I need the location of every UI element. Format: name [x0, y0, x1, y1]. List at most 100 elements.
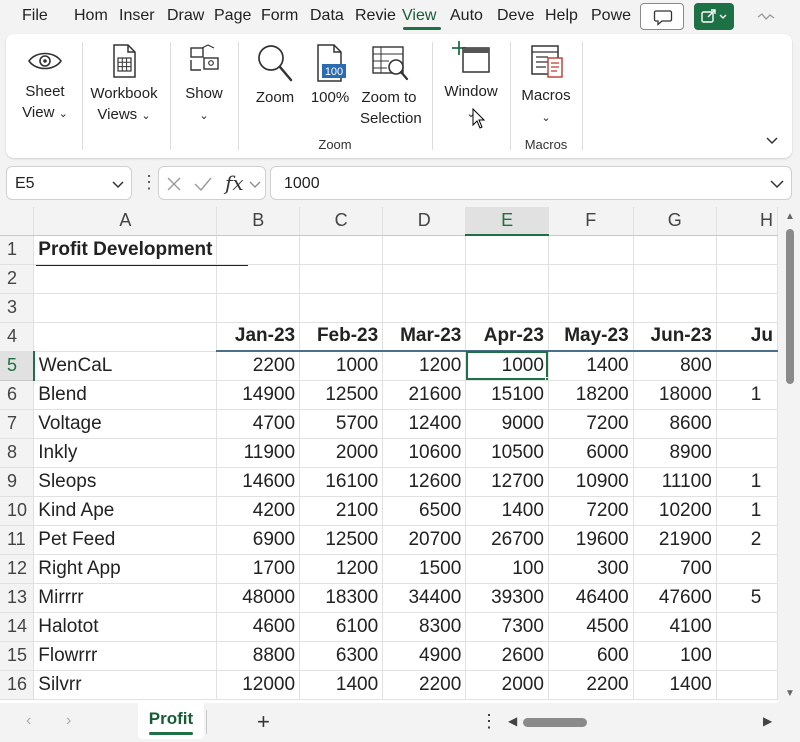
column-header-h[interactable]: H — [716, 207, 778, 236]
value-cell[interactable]: 12500 — [299, 525, 384, 555]
value-cell[interactable]: 10200 — [633, 496, 717, 526]
value-cell[interactable]: 5 — [716, 583, 778, 613]
row-header[interactable]: 10 — [0, 496, 35, 526]
column-header-e[interactable]: E — [465, 207, 549, 236]
value-cell[interactable]: 10500 — [465, 438, 549, 468]
value-cell[interactable]: 4700 — [216, 409, 301, 439]
value-cell[interactable]: 12400 — [382, 409, 467, 439]
value-cell[interactable]: 1 — [716, 496, 778, 526]
formula-input[interactable]: 1000 — [270, 166, 792, 200]
month-header-cell[interactable]: Mar-23 — [382, 322, 467, 352]
sheet-view-button[interactable]: Sheet View ⌄ — [14, 44, 76, 125]
tab-review[interactable]: Revie — [355, 0, 397, 32]
product-name-cell[interactable]: Halotot — [33, 612, 218, 642]
product-name-cell[interactable]: Flowrrr — [33, 641, 218, 671]
value-cell[interactable] — [716, 351, 778, 381]
value-cell[interactable]: 1000 — [299, 351, 384, 381]
value-cell[interactable]: 4100 — [633, 612, 717, 642]
value-cell[interactable]: 7200 — [548, 496, 634, 526]
column-header-g[interactable]: G — [633, 207, 717, 236]
row-header[interactable]: 2 — [0, 264, 35, 294]
select-all-corner[interactable] — [0, 207, 35, 236]
show-button[interactable]: Show ⌄ — [178, 42, 230, 127]
value-cell[interactable]: 10900 — [548, 467, 634, 497]
tab-formulas[interactable]: Form — [261, 0, 303, 32]
cancel-icon[interactable] — [165, 175, 183, 193]
value-cell[interactable]: 5700 — [299, 409, 384, 439]
value-cell[interactable]: 8300 — [382, 612, 467, 642]
name-box[interactable]: E5 — [6, 166, 132, 200]
cell[interactable] — [299, 264, 384, 294]
column-header-c[interactable]: C — [299, 207, 384, 236]
insert-function-button[interactable]: fx — [225, 171, 244, 195]
product-name-cell[interactable]: Silvrr — [33, 670, 218, 700]
cell[interactable] — [633, 235, 717, 265]
cell[interactable] — [548, 235, 634, 265]
value-cell[interactable]: 21900 — [633, 525, 717, 555]
row-header[interactable]: 11 — [0, 525, 35, 555]
value-cell[interactable]: 46400 — [548, 583, 634, 613]
value-cell[interactable]: 14600 — [216, 467, 301, 497]
horizontal-scroll-thumb[interactable] — [523, 718, 587, 727]
scroll-left-icon[interactable]: ◀ — [508, 714, 517, 728]
value-cell[interactable]: 2600 — [465, 641, 549, 671]
comments-button[interactable] — [640, 3, 684, 30]
value-cell[interactable]: 47600 — [633, 583, 717, 613]
worksheet-grid[interactable]: A B C D E F G H 1 Profit Development 2 3 — [0, 207, 778, 703]
row-header[interactable]: 3 — [0, 293, 35, 323]
value-cell[interactable]: 1400 — [299, 670, 384, 700]
tab-developer[interactable]: Deve — [497, 0, 537, 32]
cell[interactable] — [299, 235, 384, 265]
product-name-cell[interactable]: Mirrrr — [33, 583, 218, 613]
month-header-cell[interactable]: Ju — [716, 322, 778, 352]
cell[interactable] — [465, 235, 549, 265]
value-cell[interactable]: 20700 — [382, 525, 467, 555]
cell[interactable] — [548, 264, 634, 294]
value-cell[interactable]: 16100 — [299, 467, 384, 497]
product-name-cell[interactable]: Voltage — [33, 409, 218, 439]
row-header[interactable]: 16 — [0, 670, 35, 700]
value-cell[interactable] — [716, 409, 778, 439]
row-header[interactable]: 14 — [0, 612, 35, 642]
scroll-down-icon[interactable]: ▼ — [785, 688, 795, 699]
value-cell[interactable]: 4900 — [382, 641, 467, 671]
value-cell[interactable]: 1500 — [382, 554, 467, 584]
value-cell[interactable]: 39300 — [465, 583, 549, 613]
value-cell[interactable]: 11100 — [633, 467, 717, 497]
value-cell[interactable]: 2000 — [299, 438, 384, 468]
cell[interactable] — [216, 293, 301, 323]
month-header-cell[interactable]: Feb-23 — [299, 322, 384, 352]
row-header[interactable]: 6 — [0, 380, 35, 410]
value-cell[interactable]: 4200 — [216, 496, 301, 526]
value-cell[interactable]: 1400 — [548, 351, 634, 381]
cell[interactable] — [382, 264, 467, 294]
cell[interactable] — [216, 235, 301, 265]
tab-file[interactable]: File — [22, 0, 52, 32]
vertical-scrollbar[interactable]: ▲ ▼ — [780, 207, 800, 703]
value-cell[interactable]: 1 — [716, 380, 778, 410]
row-header[interactable]: 7 — [0, 409, 35, 439]
cell[interactable] — [382, 235, 467, 265]
zoom-to-selection-button[interactable]: Zoom to Selection — [360, 42, 422, 129]
value-cell[interactable]: 26700 — [465, 525, 549, 555]
cell[interactable] — [633, 293, 717, 323]
value-cell[interactable]: 1700 — [216, 554, 301, 584]
collapse-ribbon-button[interactable] — [762, 130, 782, 150]
product-name-cell[interactable]: Sleops — [33, 467, 218, 497]
expand-formula-icon[interactable] — [769, 177, 785, 191]
sheet-title-cell[interactable]: Profit Development — [33, 235, 218, 265]
ribbon-display-options[interactable] — [748, 3, 784, 30]
scroll-up-icon[interactable]: ▲ — [785, 211, 795, 222]
value-cell[interactable]: 1400 — [465, 496, 549, 526]
cell[interactable] — [548, 293, 634, 323]
month-header-cell[interactable]: Jan-23 — [216, 322, 301, 352]
next-sheet-icon[interactable]: › — [66, 712, 71, 730]
tab-view[interactable]: View — [402, 0, 442, 32]
value-cell[interactable]: 19600 — [548, 525, 634, 555]
cell[interactable] — [299, 293, 384, 323]
row-header[interactable]: 15 — [0, 641, 35, 671]
value-cell[interactable]: 8800 — [216, 641, 301, 671]
row-header[interactable]: 8 — [0, 438, 35, 468]
value-cell[interactable]: 1200 — [382, 351, 467, 381]
tab-page-layout[interactable]: Page — [214, 0, 254, 32]
